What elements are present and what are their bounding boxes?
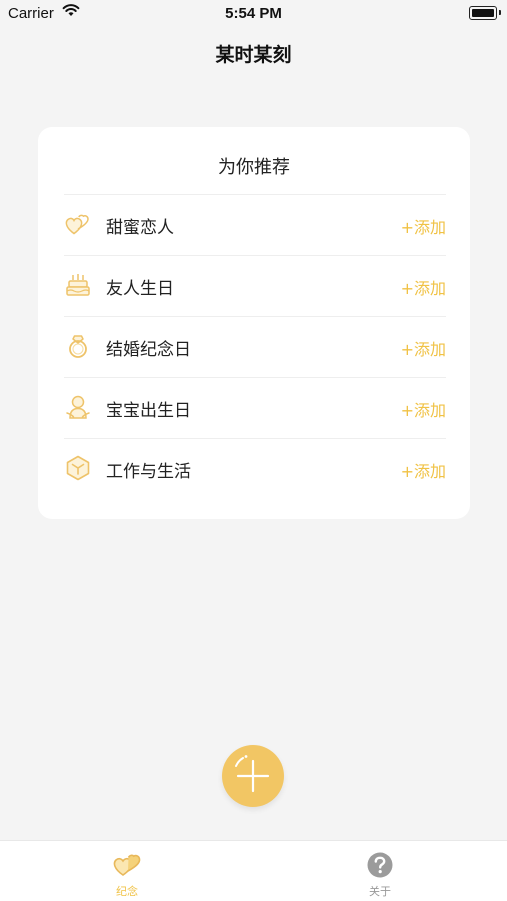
hearts-icon xyxy=(113,854,141,876)
recommend-item-baby-birthday[interactable]: 宝宝出生日 +添加 xyxy=(64,378,446,438)
tab-about[interactable]: 关于 xyxy=(320,841,440,901)
hearts-icon xyxy=(65,214,89,235)
item-label: 甜蜜恋人 xyxy=(106,218,174,238)
item-label: 工作与生活 xyxy=(106,462,191,482)
recommend-item-friend-birthday[interactable]: 友人生日 +添加 xyxy=(64,256,446,316)
item-label: 结婚纪念日 xyxy=(106,340,191,360)
status-time: 5:54 PM xyxy=(225,5,282,22)
add-anniversary-button[interactable] xyxy=(222,745,284,807)
item-label: 友人生日 xyxy=(106,279,174,299)
add-button[interactable]: +添加 xyxy=(401,397,446,421)
tab-bar: 纪念 关于 xyxy=(0,840,507,901)
status-bar: Carrier 5:54 PM xyxy=(0,0,507,28)
ring-icon xyxy=(69,335,87,358)
recommend-card: 为你推荐 甜蜜恋人 +添加 友人生日 +添加 结婚纪念日 +添加 宝宝出生日 +… xyxy=(38,127,470,519)
baby-icon xyxy=(66,395,90,419)
add-button[interactable]: +添加 xyxy=(401,214,446,238)
recommend-item-sweet-lovers[interactable]: 甜蜜恋人 +添加 xyxy=(64,195,446,255)
add-button[interactable]: +添加 xyxy=(401,458,446,482)
battery-icon xyxy=(469,6,501,20)
page-title: 某时某刻 xyxy=(215,44,292,66)
tab-label: 关于 xyxy=(369,885,391,898)
plus-icon xyxy=(235,755,270,793)
card-title: 为你推荐 xyxy=(218,157,290,178)
recommend-item-work-life[interactable]: 工作与生活 +添加 xyxy=(64,439,446,499)
add-button[interactable]: +添加 xyxy=(401,336,446,360)
tab-label: 纪念 xyxy=(116,885,138,898)
item-label: 宝宝出生日 xyxy=(106,401,191,421)
cake-icon xyxy=(66,274,90,296)
add-button[interactable]: +添加 xyxy=(401,275,446,299)
question-icon xyxy=(367,852,393,878)
cube-icon xyxy=(66,455,90,481)
tab-anniversary[interactable]: 纪念 xyxy=(67,841,187,901)
recommend-item-wedding-anniversary[interactable]: 结婚纪念日 +添加 xyxy=(64,317,446,377)
